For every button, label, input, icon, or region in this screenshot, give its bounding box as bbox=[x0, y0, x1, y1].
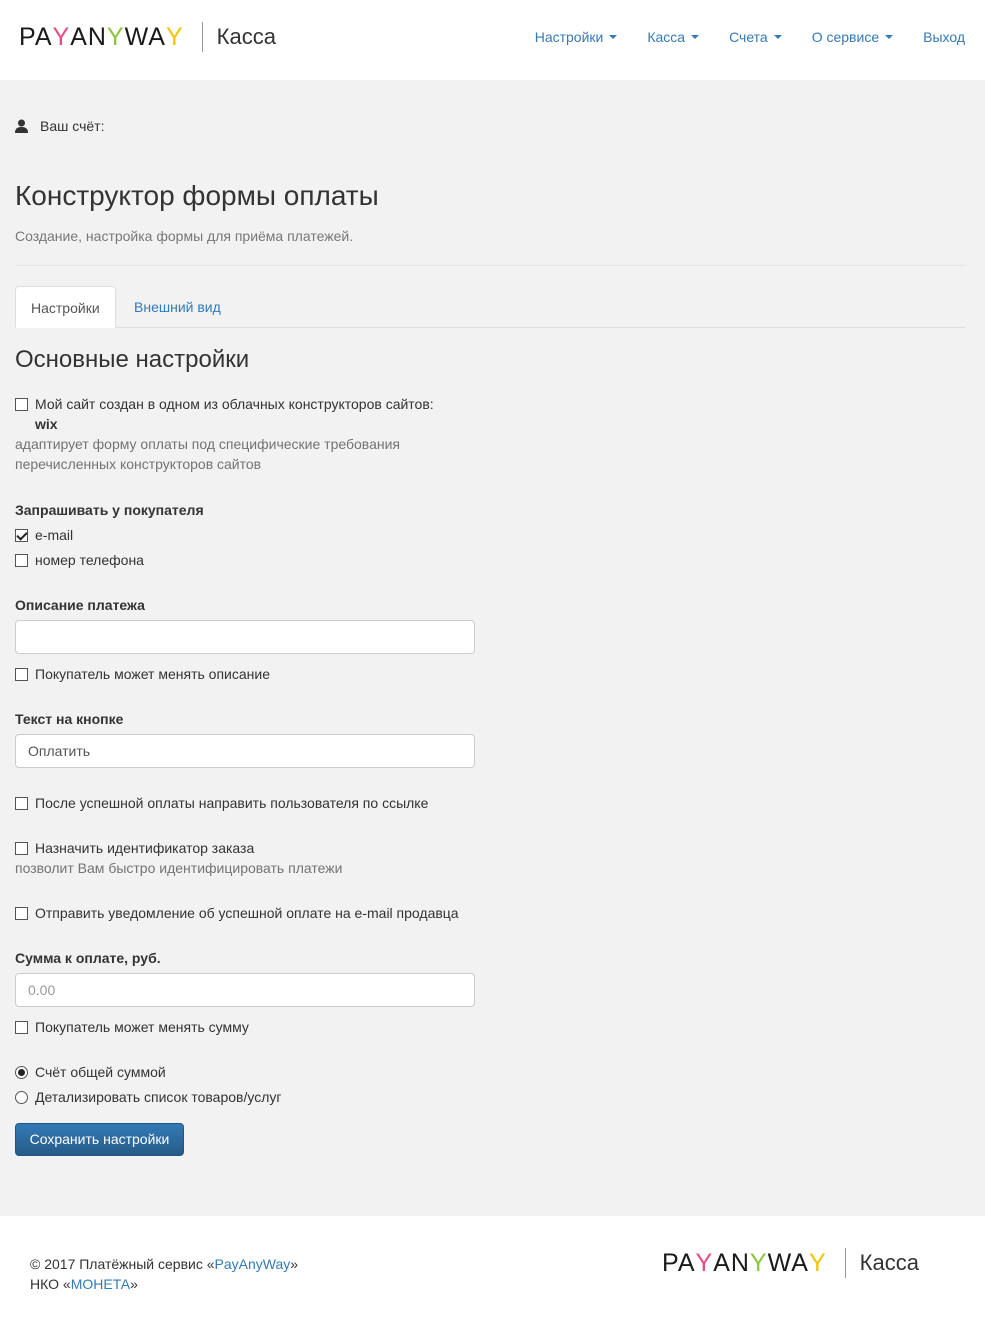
checkbox-box[interactable] bbox=[15, 528, 28, 542]
cloud-builder-help-2: перечисленных конструкторов сайтов bbox=[15, 456, 262, 472]
nko-suffix: » bbox=[130, 1276, 138, 1292]
footer-line-1: © 2017 Платёжный сервис «PayAnyWay» bbox=[30, 1254, 298, 1274]
nav-kassa-label: Касса bbox=[647, 29, 686, 45]
checkbox-box[interactable] bbox=[15, 841, 28, 855]
order-id-checkbox[interactable]: Назначить идентификатор заказа bbox=[15, 840, 254, 856]
redirect-checkbox[interactable]: После успешной оплаты направить пользова… bbox=[15, 795, 428, 811]
order-id-help: позволит Вам быстро идентифицировать пла… bbox=[15, 860, 343, 876]
notify-label: Отправить уведомление об успешной оплате… bbox=[35, 905, 459, 921]
cloud-builder-help-1: адаптирует форму оплаты под специфически… bbox=[15, 436, 400, 452]
save-settings-button[interactable]: Сохранить настройки bbox=[15, 1123, 184, 1156]
account-label: Ваш счёт: bbox=[40, 118, 105, 134]
moneta-link[interactable]: МОНЕТА bbox=[71, 1276, 130, 1292]
nav-invoices-label: Счета bbox=[729, 29, 768, 45]
amount-editable-label: Покупатель может менять сумму bbox=[35, 1019, 249, 1035]
footer-logo-app-name: Касса bbox=[859, 1250, 919, 1275]
page-subtitle: Создание, настройка формы для приёма пла… bbox=[15, 228, 354, 244]
tab-settings[interactable]: Настройки bbox=[15, 286, 116, 328]
checkbox-box[interactable] bbox=[15, 667, 28, 681]
redirect-label: После успешной оплаты направить пользова… bbox=[35, 795, 429, 811]
nko-prefix: НКО « bbox=[30, 1276, 71, 1292]
caret-down-icon bbox=[885, 35, 894, 39]
nav-about-label: О сервисе bbox=[811, 29, 880, 45]
nav-logout[interactable]: Выход bbox=[923, 29, 965, 45]
ask-email-checkbox[interactable]: e-mail bbox=[15, 527, 73, 543]
cloud-builder-label: Мой сайт создан в одном из облачных конс… bbox=[35, 396, 434, 412]
description-input[interactable] bbox=[15, 620, 475, 654]
top-navbar: PA Y AN Y WA Y Касса Настройки Касса Счета О … bbox=[0, 0, 985, 80]
amount-editable-checkbox[interactable]: Покупатель может менять сумму bbox=[15, 1019, 249, 1035]
radio-button[interactable] bbox=[15, 1065, 28, 1079]
description-label: Описание платежа bbox=[15, 597, 145, 613]
ask-buyer-label: Запрашивать у покупателя bbox=[15, 502, 204, 518]
notify-checkbox[interactable]: Отправить уведомление об успешной оплате… bbox=[15, 905, 459, 921]
payanyway-logo[interactable]: PA Y AN Y WA Y Касса bbox=[19, 22, 276, 52]
footer: © 2017 Платёжный сервис «PayAnyWay» НКО … bbox=[0, 1216, 985, 1320]
cloud-builder-checkbox[interactable]: Мой сайт создан в одном из облачных конс… bbox=[15, 396, 434, 412]
wix-option: wix bbox=[35, 416, 58, 432]
nav-kassa[interactable]: Касса bbox=[647, 29, 700, 45]
page-title: Конструктор формы оплаты bbox=[15, 180, 379, 211]
checkbox-box[interactable] bbox=[15, 1020, 28, 1034]
copyright-prefix: © 2017 Платёжный сервис « bbox=[30, 1256, 215, 1272]
copyright-suffix: » bbox=[290, 1256, 299, 1272]
footer-logo-wordmark: PA Y AN Y WA Y bbox=[662, 1248, 827, 1277]
checkbox-box[interactable] bbox=[15, 906, 28, 920]
footer-copyright: © 2017 Платёжный сервис «PayAnyWay» НКО … bbox=[30, 1254, 298, 1294]
footer-line-2: НКО «МОНЕТА» bbox=[30, 1274, 298, 1294]
account-line: Ваш счёт: bbox=[15, 118, 104, 134]
nav-about[interactable]: О сервисе bbox=[811, 29, 894, 45]
description-editable-label: Покупатель может менять описание bbox=[35, 666, 270, 682]
caret-down-icon bbox=[691, 35, 700, 39]
button-text-input[interactable]: Оплатить bbox=[15, 734, 475, 768]
order-id-label: Назначить идентификатор заказа bbox=[35, 840, 255, 856]
footer-logo[interactable]: PA Y AN Y WA Y Касса bbox=[662, 1248, 919, 1278]
billing-total-label: Счёт общей суммой bbox=[35, 1064, 166, 1080]
ask-email-label: e-mail bbox=[35, 527, 74, 543]
ask-phone-label: номер телефона bbox=[35, 552, 144, 568]
logo-app-name: Касса bbox=[216, 24, 276, 49]
checkbox-box[interactable] bbox=[15, 397, 28, 411]
amount-label: Сумма к оплате, руб. bbox=[15, 950, 161, 966]
billing-detailed-label: Детализировать список товаров/услуг bbox=[35, 1089, 282, 1105]
user-icon bbox=[15, 119, 28, 133]
section-title: Основные настройки bbox=[15, 346, 250, 373]
checkbox-box[interactable] bbox=[15, 553, 28, 567]
divider bbox=[15, 265, 965, 266]
logo-divider bbox=[201, 22, 203, 52]
billing-detailed-radio[interactable]: Детализировать список товаров/услуг bbox=[15, 1089, 281, 1105]
billing-total-radio[interactable]: Счёт общей суммой bbox=[15, 1064, 166, 1080]
tab-appearance[interactable]: Внешний вид bbox=[119, 286, 236, 328]
nav-invoices[interactable]: Счета bbox=[729, 29, 782, 45]
nav-settings-label: Настройки bbox=[534, 29, 604, 45]
nav-logout-label: Выход bbox=[923, 29, 965, 45]
caret-down-icon bbox=[609, 35, 618, 39]
checkbox-box[interactable] bbox=[15, 796, 28, 810]
button-text-label: Текст на кнопке bbox=[15, 711, 124, 727]
description-editable-checkbox[interactable]: Покупатель может менять описание bbox=[15, 666, 270, 682]
main-nav: Настройки Касса Счета О сервисе Выход bbox=[505, 29, 965, 45]
nav-settings[interactable]: Настройки bbox=[535, 29, 618, 45]
radio-button[interactable] bbox=[15, 1090, 28, 1104]
amount-input[interactable]: 0.00 bbox=[15, 973, 475, 1007]
logo-divider bbox=[844, 1248, 846, 1278]
ask-phone-checkbox[interactable]: номер телефона bbox=[15, 552, 144, 568]
caret-down-icon bbox=[773, 35, 782, 39]
payanyway-link[interactable]: PayAnyWay bbox=[215, 1256, 291, 1272]
logo-wordmark: PA Y AN Y WA Y bbox=[19, 22, 184, 51]
